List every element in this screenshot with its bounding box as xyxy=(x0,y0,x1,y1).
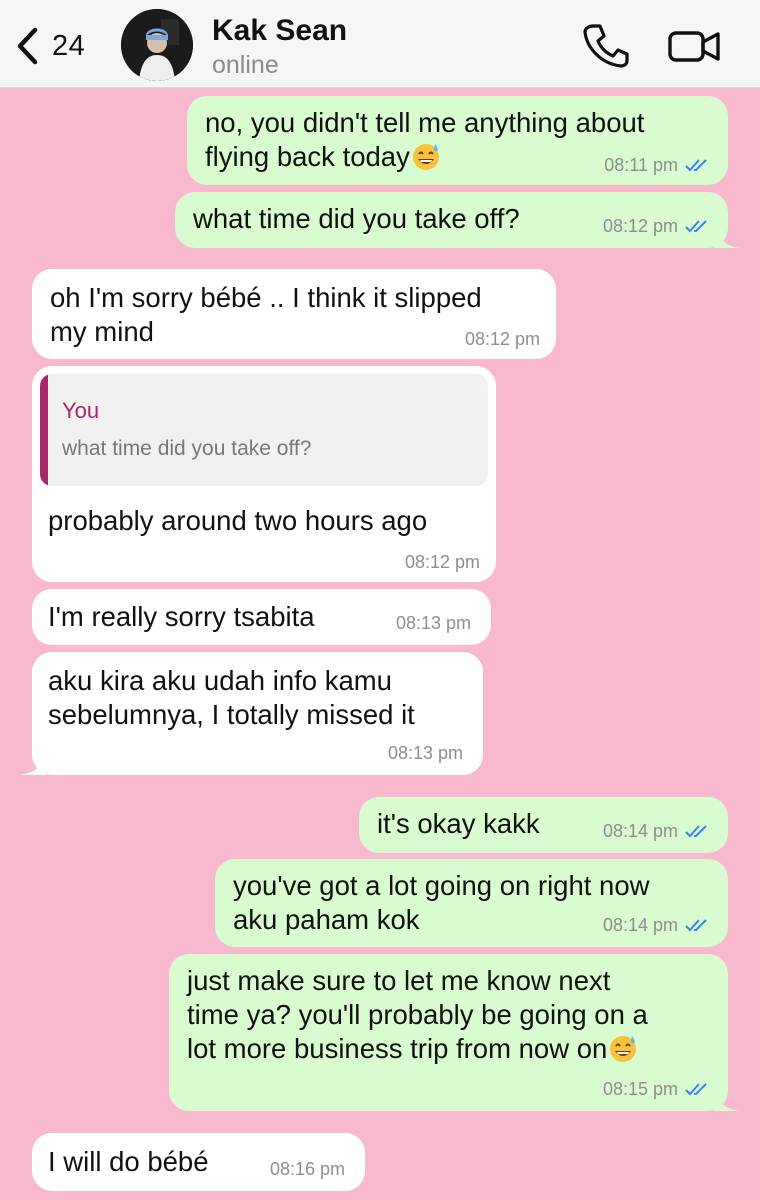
message-meta: 08:12 pm xyxy=(405,552,480,572)
message-meta: 08:11 pm xyxy=(604,155,712,175)
video-call-button[interactable] xyxy=(664,24,724,68)
message-meta: 08:15 pm xyxy=(603,1079,712,1099)
contact-name[interactable]: Kak Sean xyxy=(212,14,347,48)
message-time: 08:11 pm xyxy=(604,155,678,175)
message-bubble-incoming[interactable]: I'm really sorry tsabita 08:13 pm xyxy=(32,589,491,645)
message-meta: 08:16 pm xyxy=(270,1159,345,1179)
message-time: 08:14 pm xyxy=(602,821,678,841)
message-bubble-outgoing[interactable]: no, you didn't tell me anything about fl… xyxy=(187,96,728,185)
grinning-face-with-sweat-emoji xyxy=(610,1036,637,1062)
avatar-image xyxy=(121,9,193,81)
quote-author: You xyxy=(62,398,100,423)
message-bubble-outgoing[interactable]: what time did you take off? 08:12 pm xyxy=(175,192,740,248)
message-bubble-incoming[interactable]: oh I'm sorry bébé .. I think it slipped … xyxy=(32,269,556,359)
chat-header: 24 Kak Sean online xyxy=(0,0,760,88)
bubble-tail xyxy=(20,753,46,775)
back-button[interactable]: 24 xyxy=(14,24,85,68)
message-time: 08:12 pm xyxy=(464,329,540,349)
message-text: aku kira aku udah info kamu sebelumnya, … xyxy=(48,665,415,730)
message-text: probably around two hours ago xyxy=(48,505,428,536)
message-meta: 08:14 pm xyxy=(603,821,712,841)
message-time: 08:13 pm xyxy=(395,613,471,633)
quote-text: what time did you take off? xyxy=(62,437,312,460)
unread-count: 24 xyxy=(52,29,86,62)
message-meta: 08:13 pm xyxy=(396,613,471,633)
message-time: 08:12 pm xyxy=(602,216,678,236)
grinning-face-with-sweat-emoji xyxy=(412,144,439,170)
chevron-left-icon xyxy=(17,27,38,65)
double-check-icon xyxy=(685,919,707,932)
bubble-tail xyxy=(714,1089,740,1111)
message-meta: 08:12 pm xyxy=(603,216,712,236)
message-bubble-incoming[interactable]: I will do bébé 08:16 pm xyxy=(32,1133,365,1191)
message-bubble-incoming[interactable]: aku kira aku udah info kamu sebelumnya, … xyxy=(20,652,483,775)
double-check-icon xyxy=(685,159,707,172)
message-time: 08:14 pm xyxy=(602,915,678,935)
double-check-icon xyxy=(685,220,707,233)
message-time: 08:12 pm xyxy=(404,552,480,572)
message-bubble-outgoing[interactable]: you've got a lot going on right now aku … xyxy=(215,859,728,947)
message-bubble-incoming-reply[interactable]: You what time did you take off? probably… xyxy=(32,366,496,582)
quote-accent-bar xyxy=(40,374,48,486)
contact-status: online xyxy=(212,51,279,79)
quoted-message[interactable]: You what time did you take off? xyxy=(40,374,488,486)
message-text: just make sure to let me know next time … xyxy=(187,965,648,1064)
message-bubble-outgoing[interactable]: it's okay kakk 08:14 pm xyxy=(359,797,728,853)
phone-icon xyxy=(583,24,629,68)
double-check-icon xyxy=(685,825,707,838)
message-time: 08:16 pm xyxy=(269,1159,345,1179)
message-meta: 08:12 pm xyxy=(465,329,540,349)
message-meta: 08:14 pm xyxy=(603,915,712,935)
bubble-tail xyxy=(714,226,740,248)
voice-call-button[interactable] xyxy=(580,22,630,68)
avatar[interactable] xyxy=(121,9,193,81)
message-bubble-outgoing[interactable]: just make sure to let me know next time … xyxy=(169,954,740,1111)
message-meta: 08:13 pm xyxy=(388,743,463,763)
video-camera-icon xyxy=(668,31,720,62)
message-time: 08:15 pm xyxy=(602,1079,678,1099)
message-time: 08:13 pm xyxy=(387,743,463,763)
double-check-icon xyxy=(685,1083,707,1096)
